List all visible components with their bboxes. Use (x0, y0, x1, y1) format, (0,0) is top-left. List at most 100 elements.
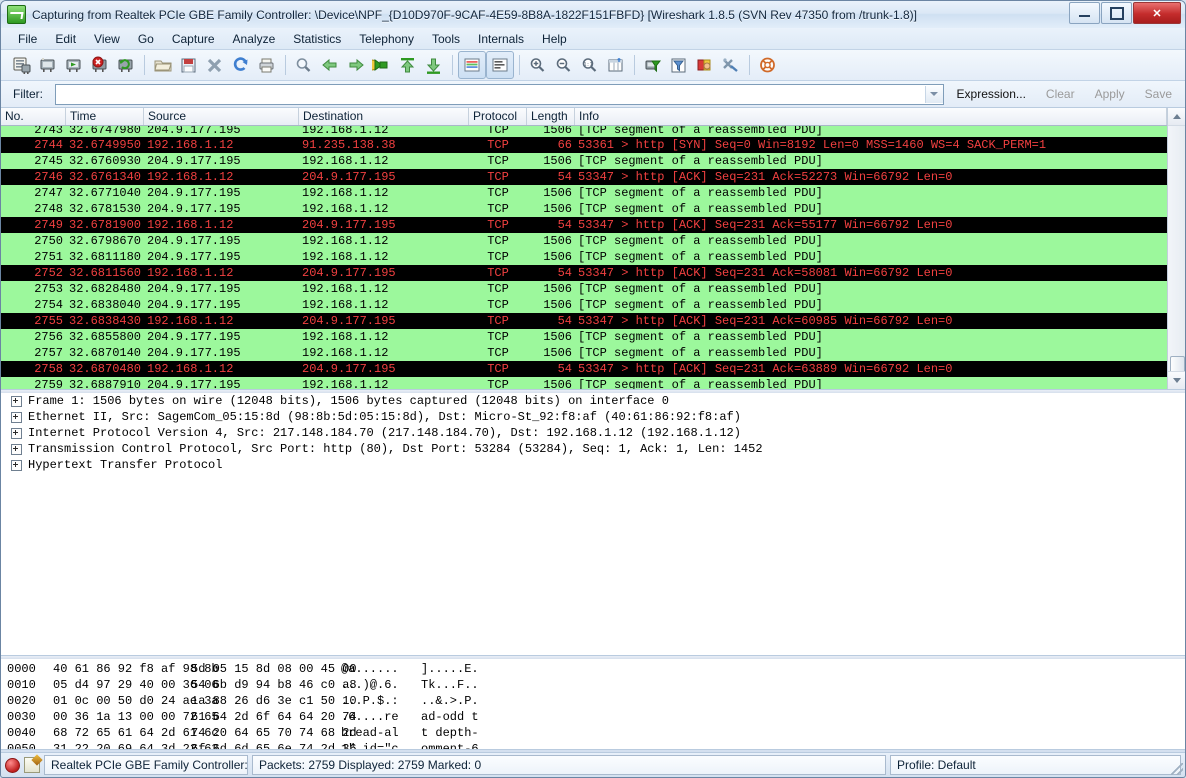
help-icon[interactable] (755, 52, 781, 78)
hex-row[interactable]: 0030 00 36 1a 13 00 00 72 65 61 64 2d 6f 6… (7, 709, 1185, 725)
capture-comment-icon[interactable] (24, 757, 40, 773)
cell-destination: 192.168.1.12 (302, 250, 389, 264)
detail-row[interactable]: Transmission Control Protocol, Src Port:… (1, 441, 1185, 457)
zoom-normal-icon[interactable]: 1:1 (577, 52, 603, 78)
hex-row[interactable]: 0040 68 72 65 61 64 2d 61 6c 74 20 64 65 7… (7, 725, 1185, 741)
table-row[interactable]: 2755 32.6838430 192.168.1.12 204.9.177.195 T… (1, 313, 1167, 329)
apply-filter-button[interactable]: Apply (1088, 87, 1132, 101)
table-row[interactable]: 2756 32.6855800 204.9.177.195 192.168.1.12 T… (1, 329, 1167, 345)
zoom-in-icon[interactable] (525, 52, 551, 78)
colorize-icon[interactable] (486, 51, 514, 79)
stop-capture-icon[interactable] (87, 52, 113, 78)
table-row[interactable]: 2752 32.6811560 192.168.1.12 204.9.177.195 T… (1, 265, 1167, 281)
table-row[interactable]: 2746 32.6761340 192.168.1.12 204.9.177.195 T… (1, 169, 1167, 185)
menu-view[interactable]: View (85, 30, 129, 48)
table-row[interactable]: 2745 32.6760930 204.9.177.195 192.168.1.12 T… (1, 153, 1167, 169)
save-filter-button[interactable]: Save (1138, 87, 1179, 101)
menu-statistics[interactable]: Statistics (284, 30, 350, 48)
packet-bytes-pane[interactable]: 0000 40 61 86 92 f8 af 98 8b 5d 05 15 8d 0… (1, 659, 1185, 750)
maximize-button[interactable] (1101, 2, 1132, 24)
detail-row[interactable]: Ethernet II, Src: SagemCom_05:15:8d (98:… (1, 409, 1185, 425)
expand-icon[interactable] (11, 459, 22, 471)
print-icon[interactable] (254, 52, 280, 78)
menu-analyze[interactable]: Analyze (224, 30, 285, 48)
expand-icon[interactable] (11, 395, 22, 407)
table-row[interactable]: 2750 32.6798670 204.9.177.195 192.168.1.12 T… (1, 233, 1167, 249)
detail-row[interactable]: Internet Protocol Version 4, Src: 217.14… (1, 425, 1185, 441)
display-filters-icon[interactable] (666, 52, 692, 78)
resize-grip-icon[interactable] (1171, 763, 1183, 775)
column-header-info[interactable]: Info (575, 108, 1167, 125)
column-header-protocol[interactable]: Protocol (469, 108, 527, 125)
table-row[interactable]: 2748 32.6781530 204.9.177.195 192.168.1.12 T… (1, 201, 1167, 217)
capture-options-icon[interactable] (35, 52, 61, 78)
filter-dropdown-button[interactable] (924, 85, 943, 103)
scroll-up-button[interactable] (1168, 108, 1185, 126)
table-row[interactable]: 2759 32.6887910 204.9.177.195 192.168.1.12 T… (1, 377, 1167, 389)
preferences-icon[interactable] (718, 52, 744, 78)
coloring-rules-icon[interactable] (692, 52, 718, 78)
open-file-icon[interactable] (150, 52, 176, 78)
packet-list-scrollbar[interactable] (1167, 108, 1185, 389)
column-header-length[interactable]: Length (527, 108, 575, 125)
reload-file-icon[interactable] (228, 52, 254, 78)
go-forward-icon[interactable] (343, 52, 369, 78)
expand-icon[interactable] (11, 411, 22, 423)
auto-scroll-icon[interactable] (458, 51, 486, 79)
resize-columns-icon[interactable] (603, 52, 629, 78)
table-row[interactable]: 2743 32.6747980 204.9.177.195 192.168.1.… (1, 126, 1167, 137)
menu-help[interactable]: Help (533, 30, 576, 48)
minimize-button[interactable] (1069, 2, 1100, 24)
status-interface[interactable]: Realtek PCIe GBE Family Controller: \Dev… (44, 755, 248, 775)
start-capture-icon[interactable] (61, 52, 87, 78)
table-row[interactable]: 2744 32.6749950 192.168.1.12 91.235.138.38 T… (1, 137, 1167, 153)
column-header-source[interactable]: Source (144, 108, 299, 125)
filter-input[interactable] (56, 84, 925, 104)
menu-tools[interactable]: Tools (423, 30, 469, 48)
status-profile[interactable]: Profile: Default (890, 755, 1181, 775)
zoom-out-icon[interactable] (551, 52, 577, 78)
close-button[interactable]: ✕ (1133, 2, 1181, 24)
hex-row[interactable]: 0000 40 61 86 92 f8 af 98 8b 5d 05 15 8d 0… (7, 661, 1185, 677)
interfaces-icon[interactable] (9, 52, 35, 78)
menu-go[interactable]: Go (129, 30, 163, 48)
go-back-icon[interactable] (317, 52, 343, 78)
go-last-packet-icon[interactable] (421, 52, 447, 78)
menu-edit[interactable]: Edit (46, 30, 85, 48)
menu-file[interactable]: File (9, 30, 46, 48)
column-header-no[interactable]: No. (1, 108, 66, 125)
close-file-icon[interactable] (202, 52, 228, 78)
clear-filter-button[interactable]: Clear (1039, 87, 1082, 101)
restart-capture-icon[interactable] (113, 52, 139, 78)
table-row[interactable]: 2747 32.6771040 204.9.177.195 192.168.1.12 T… (1, 185, 1167, 201)
hex-row[interactable]: 0020 01 0c 00 50 d0 24 ae 3a 1a 88 26 d6 3… (7, 693, 1185, 709)
table-row[interactable]: 2757 32.6870140 204.9.177.195 192.168.1.12 T… (1, 345, 1167, 361)
save-file-icon[interactable] (176, 52, 202, 78)
go-to-packet-icon[interactable] (369, 52, 395, 78)
find-packet-icon[interactable] (291, 52, 317, 78)
hex-row[interactable]: 0010 05 d4 97 29 40 00 36 06 54 6b d9 94 b… (7, 677, 1185, 693)
expand-icon[interactable] (11, 443, 22, 455)
detail-row[interactable]: Frame 1: 1506 bytes on wire (12048 bits)… (1, 393, 1185, 409)
hex-row[interactable]: 0050 31 22 20 69 64 3d 22 63 6f 6d 6d 65 6… (7, 741, 1185, 749)
go-first-packet-icon[interactable] (395, 52, 421, 78)
detail-row[interactable]: Hypertext Transfer Protocol (1, 457, 1185, 473)
stop-capture-icon[interactable] (5, 757, 20, 773)
table-row[interactable]: 2758 32.6870480 192.168.1.12 204.9.177.195 T… (1, 361, 1167, 377)
column-header-destination[interactable]: Destination (299, 108, 469, 125)
packet-details-pane[interactable]: Frame 1: 1506 bytes on wire (12048 bits)… (1, 393, 1185, 656)
table-row[interactable]: 2753 32.6828480 204.9.177.195 192.168.1.12 T… (1, 281, 1167, 297)
column-header-time[interactable]: Time (66, 108, 144, 125)
menu-telephony[interactable]: Telephony (350, 30, 423, 48)
scroll-down-button[interactable] (1168, 371, 1185, 389)
table-row[interactable]: 2754 32.6838040 204.9.177.195 192.168.1.12 T… (1, 297, 1167, 313)
capture-filters-icon[interactable] (640, 52, 666, 78)
packet-list-viewport[interactable]: No. Time Source Destination Protocol Len… (1, 108, 1167, 389)
table-row[interactable]: 2751 32.6811180 204.9.177.195 192.168.1.12 T… (1, 249, 1167, 265)
expand-icon[interactable] (11, 427, 22, 439)
menu-internals[interactable]: Internals (469, 30, 533, 48)
menu-capture[interactable]: Capture (163, 30, 224, 48)
filter-combobox[interactable] (55, 83, 944, 105)
expression-button[interactable]: Expression... (950, 87, 1033, 101)
table-row[interactable]: 2749 32.6781900 192.168.1.12 204.9.177.195 T… (1, 217, 1167, 233)
